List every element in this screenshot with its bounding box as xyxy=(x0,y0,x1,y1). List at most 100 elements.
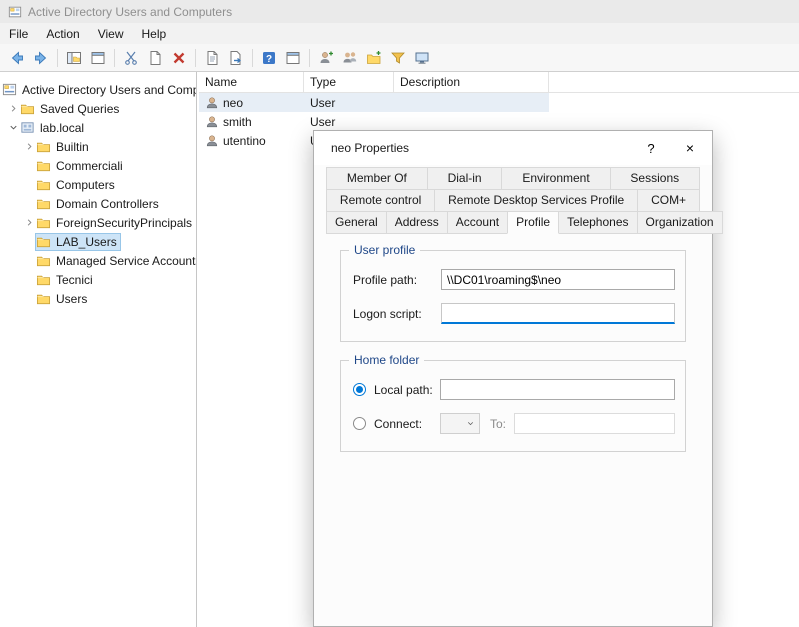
to-label: To: xyxy=(490,417,506,431)
folder-icon xyxy=(36,272,53,287)
folder-icon xyxy=(36,139,53,154)
cut-button[interactable] xyxy=(119,46,143,70)
tab-profile[interactable]: Profile xyxy=(507,211,559,234)
toolbar-separator xyxy=(114,49,115,67)
forward-button[interactable] xyxy=(29,46,53,70)
new-user-button[interactable] xyxy=(314,46,338,70)
menu-file[interactable]: File xyxy=(0,25,37,43)
folder-icon xyxy=(36,196,53,211)
tab-member-of[interactable]: Member Of xyxy=(326,167,428,190)
tree-item-tecnici[interactable]: Tecnici xyxy=(0,270,196,289)
console-window-button[interactable] xyxy=(281,46,305,70)
new-computer-button[interactable] xyxy=(410,46,434,70)
toolbar-separator xyxy=(252,49,253,67)
toolbar-separator xyxy=(57,49,58,67)
tree-item-aduc-root[interactable]: Active Directory Users and Computers xyxy=(0,80,196,99)
chevron-down-icon xyxy=(466,419,475,428)
column-header-name[interactable]: Name xyxy=(199,72,304,92)
chevron-right-icon[interactable] xyxy=(22,141,36,152)
chevron-down-icon[interactable] xyxy=(6,122,20,133)
group-icon xyxy=(342,50,358,66)
funnel-icon xyxy=(390,50,406,66)
tab-account[interactable]: Account xyxy=(447,211,508,234)
window-icon xyxy=(90,50,106,66)
new-group-button[interactable] xyxy=(338,46,362,70)
console-tree-icon xyxy=(66,50,82,66)
user-profile-group: User profile Profile path: Logon script: xyxy=(340,250,686,342)
local-path-radio[interactable] xyxy=(353,383,366,396)
export-list-button[interactable] xyxy=(224,46,248,70)
tab-telephones[interactable]: Telephones xyxy=(558,211,637,234)
tab-organization[interactable]: Organization xyxy=(637,211,723,234)
tree-item-managed-service-accounts[interactable]: Managed Service Accounts xyxy=(0,251,196,270)
menu-action[interactable]: Action xyxy=(37,25,88,43)
tree-item-lab-local[interactable]: lab.local xyxy=(0,118,196,137)
console-tree-pane: Active Directory Users and Computers Sav… xyxy=(0,72,197,627)
tab-environment[interactable]: Environment xyxy=(501,167,610,190)
back-arrow-icon xyxy=(9,50,25,66)
logon-script-input[interactable] xyxy=(441,303,675,324)
tree-item-builtin[interactable]: Builtin xyxy=(0,137,196,156)
menu-view[interactable]: View xyxy=(89,25,133,43)
dialog-title: neo Properties xyxy=(331,141,409,155)
connect-path-input[interactable] xyxy=(514,413,675,434)
connect-radio[interactable] xyxy=(353,417,366,430)
scissors-icon xyxy=(123,50,139,66)
back-button[interactable] xyxy=(5,46,29,70)
new-ou-icon xyxy=(366,50,382,66)
profile-path-input[interactable] xyxy=(441,269,675,290)
tab-dial-in[interactable]: Dial-in xyxy=(427,167,503,190)
tree-item-domain-controllers[interactable]: Domain Controllers xyxy=(0,194,196,213)
help-button[interactable] xyxy=(257,46,281,70)
properties-button[interactable] xyxy=(86,46,110,70)
list-row-smith[interactable]: smith User xyxy=(199,112,549,131)
tree-item-commerciali[interactable]: Commerciali xyxy=(0,156,196,175)
delete-button[interactable] xyxy=(167,46,191,70)
new-ou-button[interactable] xyxy=(362,46,386,70)
tree-item-lab-users[interactable]: LAB_Users xyxy=(0,232,196,251)
user-profile-group-label: User profile xyxy=(349,243,420,257)
folder-icon xyxy=(36,234,53,249)
tab-strip: Member Of Dial-in Environment Sessions R… xyxy=(314,165,712,234)
app-window: Active Directory Users and Computers Fil… xyxy=(0,0,799,627)
help-icon xyxy=(261,50,277,66)
logon-script-label: Logon script: xyxy=(353,307,441,321)
tab-address[interactable]: Address xyxy=(386,211,448,234)
folder-icon xyxy=(36,291,53,306)
tab-remote-desktop-services-profile[interactable]: Remote Desktop Services Profile xyxy=(434,189,638,212)
tab-com-plus[interactable]: COM+ xyxy=(637,189,700,212)
user-icon xyxy=(205,115,219,129)
red-x-icon xyxy=(171,50,187,66)
menu-help[interactable]: Help xyxy=(133,25,176,43)
tab-remote-control[interactable]: Remote control xyxy=(326,189,435,212)
folder-icon xyxy=(36,177,53,192)
copy-button[interactable] xyxy=(143,46,167,70)
tree-item-saved-queries[interactable]: Saved Queries xyxy=(0,99,196,118)
toolbar-separator xyxy=(309,49,310,67)
show-console-tree-button[interactable] xyxy=(62,46,86,70)
home-folder-group: Home folder Local path: Connect: To: xyxy=(340,360,686,452)
column-header-type[interactable]: Type xyxy=(304,72,394,92)
list-row-neo[interactable]: neo User xyxy=(199,93,549,112)
tree-item-users[interactable]: Users xyxy=(0,289,196,308)
dialog-help-button[interactable]: ? xyxy=(634,131,668,165)
tree-item-computers[interactable]: Computers xyxy=(0,175,196,194)
profile-tab-page: User profile Profile path: Logon script:… xyxy=(314,234,712,452)
tab-general[interactable]: General xyxy=(326,211,387,234)
local-path-input[interactable] xyxy=(440,379,675,400)
toolbar-separator xyxy=(195,49,196,67)
drive-letter-dropdown[interactable] xyxy=(440,413,480,434)
column-header-description[interactable]: Description xyxy=(394,72,549,92)
export-list-icon xyxy=(228,50,244,66)
properties-dialog: neo Properties ? × Member Of Dial-in Env… xyxy=(313,130,713,627)
dialog-close-button[interactable]: × xyxy=(668,131,712,165)
tree-item-foreign-security-principals[interactable]: ForeignSecurityPrincipals xyxy=(0,213,196,232)
filter-button[interactable] xyxy=(386,46,410,70)
chevron-right-icon[interactable] xyxy=(22,217,36,228)
connect-label: Connect: xyxy=(374,417,440,431)
home-folder-group-label: Home folder xyxy=(349,353,424,367)
chevron-right-icon[interactable] xyxy=(6,103,20,114)
list-view-button[interactable] xyxy=(200,46,224,70)
window-icon xyxy=(285,50,301,66)
tab-sessions[interactable]: Sessions xyxy=(610,167,700,190)
